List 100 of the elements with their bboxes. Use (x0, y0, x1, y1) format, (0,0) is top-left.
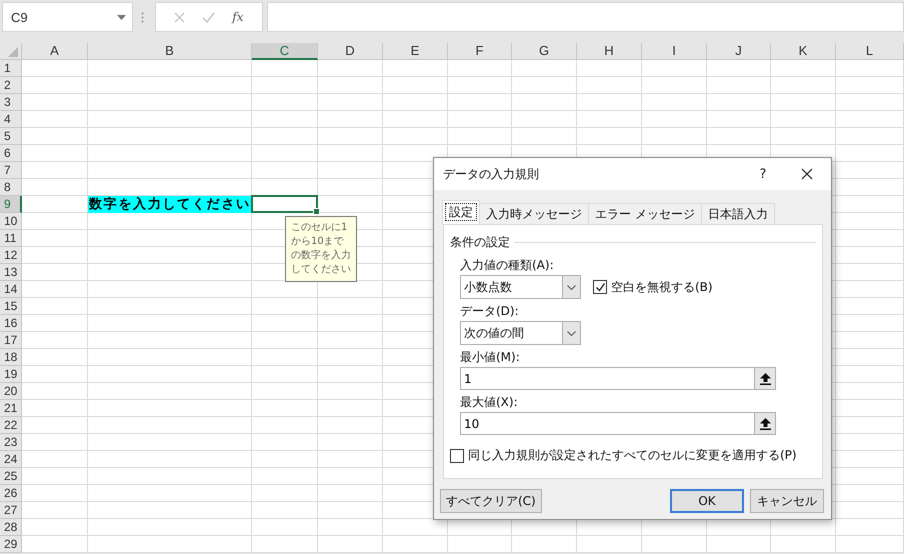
sheet-cell[interactable] (318, 383, 383, 400)
sheet-cell[interactable] (88, 468, 252, 485)
sheet-cell[interactable] (318, 349, 383, 366)
sheet-cell[interactable] (318, 417, 383, 434)
selected-cell[interactable] (251, 195, 318, 213)
sheet-cell[interactable] (836, 264, 904, 281)
row-header[interactable]: 26 (0, 485, 22, 502)
column-header[interactable]: F (448, 43, 512, 60)
sheet-cell[interactable] (318, 536, 383, 553)
column-header[interactable]: J (707, 43, 771, 60)
sheet-cell[interactable] (318, 60, 383, 77)
sheet-cell[interactable] (318, 162, 383, 179)
sheet-cell[interactable] (22, 162, 88, 179)
sheet-cell[interactable] (88, 77, 252, 94)
row-header[interactable]: 29 (0, 536, 22, 553)
sheet-cell[interactable] (836, 383, 904, 400)
sheet-cell[interactable] (22, 281, 88, 298)
sheet-cell[interactable] (836, 349, 904, 366)
sheet-cell[interactable] (22, 315, 88, 332)
sheet-cell[interactable] (252, 468, 318, 485)
row-header[interactable]: 23 (0, 434, 22, 451)
sheet-cell[interactable] (252, 434, 318, 451)
sheet-cell[interactable] (88, 519, 252, 536)
sheet-cell[interactable] (771, 77, 836, 94)
sheet-cell[interactable] (836, 213, 904, 230)
row-header[interactable]: 9 (0, 196, 22, 213)
sheet-cell[interactable] (22, 77, 88, 94)
sheet-cell[interactable] (88, 400, 252, 417)
sheet-cell[interactable] (448, 128, 512, 145)
column-header[interactable]: H (577, 43, 642, 60)
sheet-cell[interactable] (22, 230, 88, 247)
sheet-cell[interactable] (707, 128, 771, 145)
sheet-cell[interactable] (577, 60, 642, 77)
sheet-cell[interactable] (88, 349, 252, 366)
sheet-cell[interactable] (577, 111, 642, 128)
sheet-cell[interactable] (836, 451, 904, 468)
sheet-cell[interactable] (836, 230, 904, 247)
sheet-cell[interactable] (512, 94, 577, 111)
sheet-cell[interactable] (88, 145, 252, 162)
sheet-cell[interactable] (318, 468, 383, 485)
sheet-cell[interactable] (22, 128, 88, 145)
checkbox[interactable] (593, 280, 607, 294)
column-header[interactable]: G (512, 43, 577, 60)
sheet-cell[interactable] (642, 111, 707, 128)
row-header[interactable]: 4 (0, 111, 22, 128)
sheet-cell[interactable] (383, 536, 448, 553)
sheet-cell[interactable] (512, 111, 577, 128)
sheet-cell[interactable] (88, 247, 252, 264)
sheet-cell[interactable] (836, 502, 904, 519)
sheet-cell[interactable] (88, 281, 252, 298)
sheet-cell[interactable] (448, 77, 512, 94)
sheet-cell[interactable] (88, 111, 252, 128)
sheet-cell[interactable] (252, 60, 318, 77)
sheet-cell[interactable] (252, 417, 318, 434)
sheet-cell[interactable] (252, 519, 318, 536)
sheet-cell[interactable] (252, 128, 318, 145)
sheet-cell[interactable] (252, 162, 318, 179)
sheet-cell[interactable] (88, 298, 252, 315)
sheet-cell[interactable] (88, 94, 252, 111)
sheet-cell[interactable] (836, 77, 904, 94)
sheet-cell[interactable] (836, 332, 904, 349)
sheet-cell[interactable] (836, 111, 904, 128)
sheet-cell[interactable] (836, 196, 904, 213)
sheet-cell[interactable] (318, 77, 383, 94)
sheet-cell[interactable] (448, 111, 512, 128)
sheet-cell[interactable] (836, 162, 904, 179)
sheet-cell[interactable] (836, 468, 904, 485)
sheet-cell[interactable] (22, 94, 88, 111)
sheet-cell[interactable] (22, 519, 88, 536)
sheet-cell[interactable] (22, 417, 88, 434)
sheet-cell[interactable] (577, 77, 642, 94)
sheet-cell[interactable] (88, 536, 252, 553)
row-header[interactable]: 14 (0, 281, 22, 298)
sheet-cell[interactable] (836, 247, 904, 264)
checkbox[interactable] (450, 448, 464, 462)
row-header[interactable]: 6 (0, 145, 22, 162)
checkbox-label[interactable]: 空白を無視する(B) (611, 278, 713, 296)
row-header[interactable]: 10 (0, 213, 22, 230)
sheet-cell[interactable] (642, 60, 707, 77)
sheet-cell[interactable] (252, 145, 318, 162)
sheet-cell[interactable] (836, 128, 904, 145)
formula-input[interactable] (267, 2, 904, 32)
sheet-cell[interactable] (577, 536, 642, 553)
sheet-cell[interactable] (383, 128, 448, 145)
sheet-cell[interactable] (88, 485, 252, 502)
sheet-cell[interactable] (22, 400, 88, 417)
sheet-cell[interactable] (22, 485, 88, 502)
check-icon[interactable] (202, 12, 216, 22)
sheet-cell[interactable] (836, 519, 904, 536)
sheet-cell[interactable] (512, 128, 577, 145)
sheet-cell[interactable] (88, 264, 252, 281)
sheet-cell[interactable] (318, 298, 383, 315)
tab[interactable]: 設定 (442, 200, 480, 224)
row-header[interactable]: 7 (0, 162, 22, 179)
row-header[interactable]: 12 (0, 247, 22, 264)
sheet-cell[interactable] (707, 111, 771, 128)
sheet-cell[interactable] (88, 315, 252, 332)
sheet-cell[interactable] (318, 366, 383, 383)
sheet-cell[interactable] (707, 94, 771, 111)
row-header[interactable]: 18 (0, 349, 22, 366)
